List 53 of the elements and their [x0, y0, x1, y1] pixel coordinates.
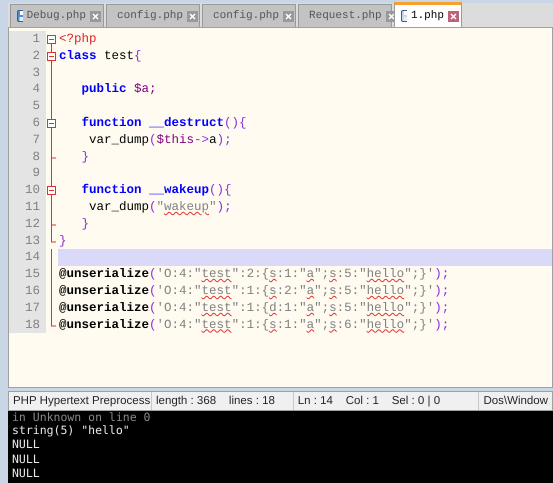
file-tab[interactable]: Debug.php	[10, 4, 104, 27]
file-tab[interactable]: 1.php	[394, 2, 462, 27]
line-number: 14	[9, 249, 46, 266]
line-number: 7	[9, 132, 46, 149]
code-line: class test{	[58, 48, 143, 65]
close-icon[interactable]	[187, 10, 198, 22]
line-number: 9	[9, 165, 46, 182]
code-line: function __destruct(){	[80, 114, 248, 132]
line-number: 13	[9, 232, 46, 250]
line-number: 16	[9, 282, 46, 300]
code-line: }	[58, 232, 68, 250]
code-line: @unserialize('O:4:"test":1:{s:1:"a";s:6:"hello";}');	[58, 316, 450, 334]
line-number: 12	[9, 216, 46, 233]
console-line: NULL	[12, 466, 41, 480]
code-line: var_dump("wakeup");	[88, 198, 233, 216]
status-text: PHP Hypertext Preprocess	[9, 392, 152, 410]
fold-toggle-icon[interactable]	[46, 114, 58, 132]
line-number: 6	[9, 114, 46, 132]
file-tab[interactable]: config.php	[106, 4, 200, 27]
fold-toggle-icon[interactable]	[46, 182, 58, 200]
console-line: NULL	[12, 452, 41, 466]
file-tab[interactable]: Request.php	[298, 4, 392, 27]
close-icon[interactable]	[90, 10, 101, 22]
line-number: 3	[9, 64, 46, 82]
code-line: }	[80, 148, 90, 166]
close-icon[interactable]	[448, 10, 459, 22]
console-line: NULL	[12, 437, 41, 452]
file-tab[interactable]: config.php	[202, 4, 296, 27]
status-text: Ln : 14 Col : 1 Sel : 0 | 0	[294, 392, 480, 410]
code-line: <?php	[58, 31, 98, 48]
code-line: var_dump($this->a);	[88, 132, 233, 149]
line-number: 5	[9, 98, 46, 115]
code-line: }	[80, 216, 90, 233]
code-line: @unserialize('O:4:"test":1:{s:2:"a";s:5:"hello";}');	[58, 282, 450, 300]
close-icon[interactable]	[283, 10, 294, 22]
line-number: 1	[9, 31, 46, 48]
line-number: 17	[9, 300, 46, 317]
line-number: 2	[9, 48, 46, 65]
status-text: Dos\Window	[482, 394, 549, 409]
code-line: public $a;	[80, 81, 158, 98]
line-number: 18	[9, 316, 46, 334]
line-number: 8	[9, 148, 46, 166]
console-line: in Unknown on line 0	[12, 411, 152, 423]
line-number: 4	[9, 81, 46, 98]
status-text: length : 368 lines : 18	[152, 392, 294, 410]
code-line: @unserialize('O:4:"test":1:{d:1:"a";s:5:"hello";}');	[58, 300, 450, 317]
line-number: 11	[9, 198, 46, 216]
line-number: 15	[9, 266, 46, 283]
console-line: string(5) "hello"	[12, 423, 131, 438]
fold-toggle-icon[interactable]	[46, 48, 58, 65]
line-number: 10	[9, 182, 46, 199]
code-line: function __wakeup(){	[80, 182, 233, 199]
code-line: @unserialize('O:4:"test":2:{s:1:"a";s:5:"hello";}');	[58, 266, 450, 283]
